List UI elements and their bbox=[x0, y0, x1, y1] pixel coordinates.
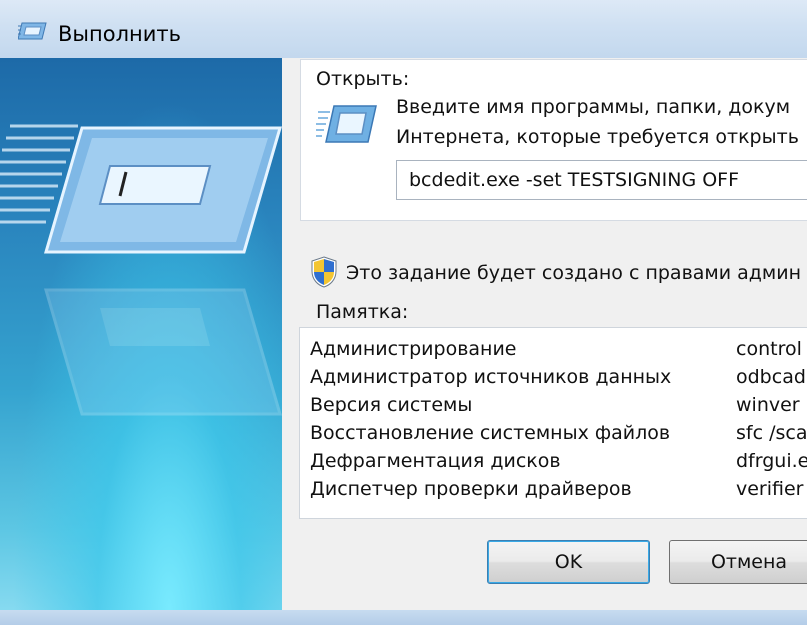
memo-item-name: Диспетчер проверки драйверов bbox=[310, 478, 632, 500]
memo-item-command: dfrgui.e bbox=[736, 450, 807, 472]
list-item[interactable]: Дефрагментация дисков dfrgui.e bbox=[300, 450, 807, 478]
cancel-button[interactable]: Отмена bbox=[669, 540, 807, 584]
run-illustration-icon bbox=[0, 124, 282, 416]
memo-item-name: Администрирование bbox=[310, 338, 517, 360]
memo-item-command: winver bbox=[736, 394, 800, 416]
open-description-line1: Введите имя программы, папки, докум bbox=[396, 96, 791, 118]
list-item[interactable]: Администрирование control bbox=[300, 338, 807, 366]
window-title: Выполнить bbox=[58, 22, 181, 46]
memo-item-command: control bbox=[736, 338, 802, 360]
memo-item-command: verifier bbox=[736, 478, 804, 500]
memo-item-name: Восстановление системных файлов bbox=[310, 422, 671, 444]
memo-item-name: Администратор источников данных bbox=[310, 366, 672, 388]
decorative-graphic-panel bbox=[0, 58, 282, 610]
admin-notice-text: Это задание будет создано с правами адми… bbox=[346, 262, 802, 284]
command-input[interactable] bbox=[396, 160, 807, 200]
memo-list: Администрирование control Администратор … bbox=[299, 327, 807, 519]
memo-label: Памятка: bbox=[316, 301, 409, 323]
run-icon bbox=[18, 22, 47, 40]
ok-button[interactable]: OK bbox=[487, 540, 650, 584]
open-label: Открыть: bbox=[316, 68, 410, 90]
title-bar: Выполнить bbox=[0, 0, 807, 59]
list-item[interactable]: Восстановление системных файлов sfc /sca bbox=[300, 422, 807, 450]
run-icon bbox=[316, 105, 377, 143]
window-bottom-border bbox=[0, 610, 807, 625]
list-item[interactable]: Версия системы winver bbox=[300, 394, 807, 422]
memo-item-command: sfc /sca bbox=[736, 422, 807, 444]
list-item[interactable]: Диспетчер проверки драйверов verifier bbox=[300, 478, 807, 506]
list-item[interactable]: Администратор источников данных odbcad bbox=[300, 366, 807, 394]
memo-item-name: Версия системы bbox=[310, 394, 473, 416]
uac-shield-icon bbox=[311, 256, 337, 288]
open-description-line2: Интернета, которые требуется открыть bbox=[396, 126, 799, 148]
memo-item-command: odbcad bbox=[736, 366, 806, 388]
memo-item-name: Дефрагментация дисков bbox=[310, 450, 561, 472]
